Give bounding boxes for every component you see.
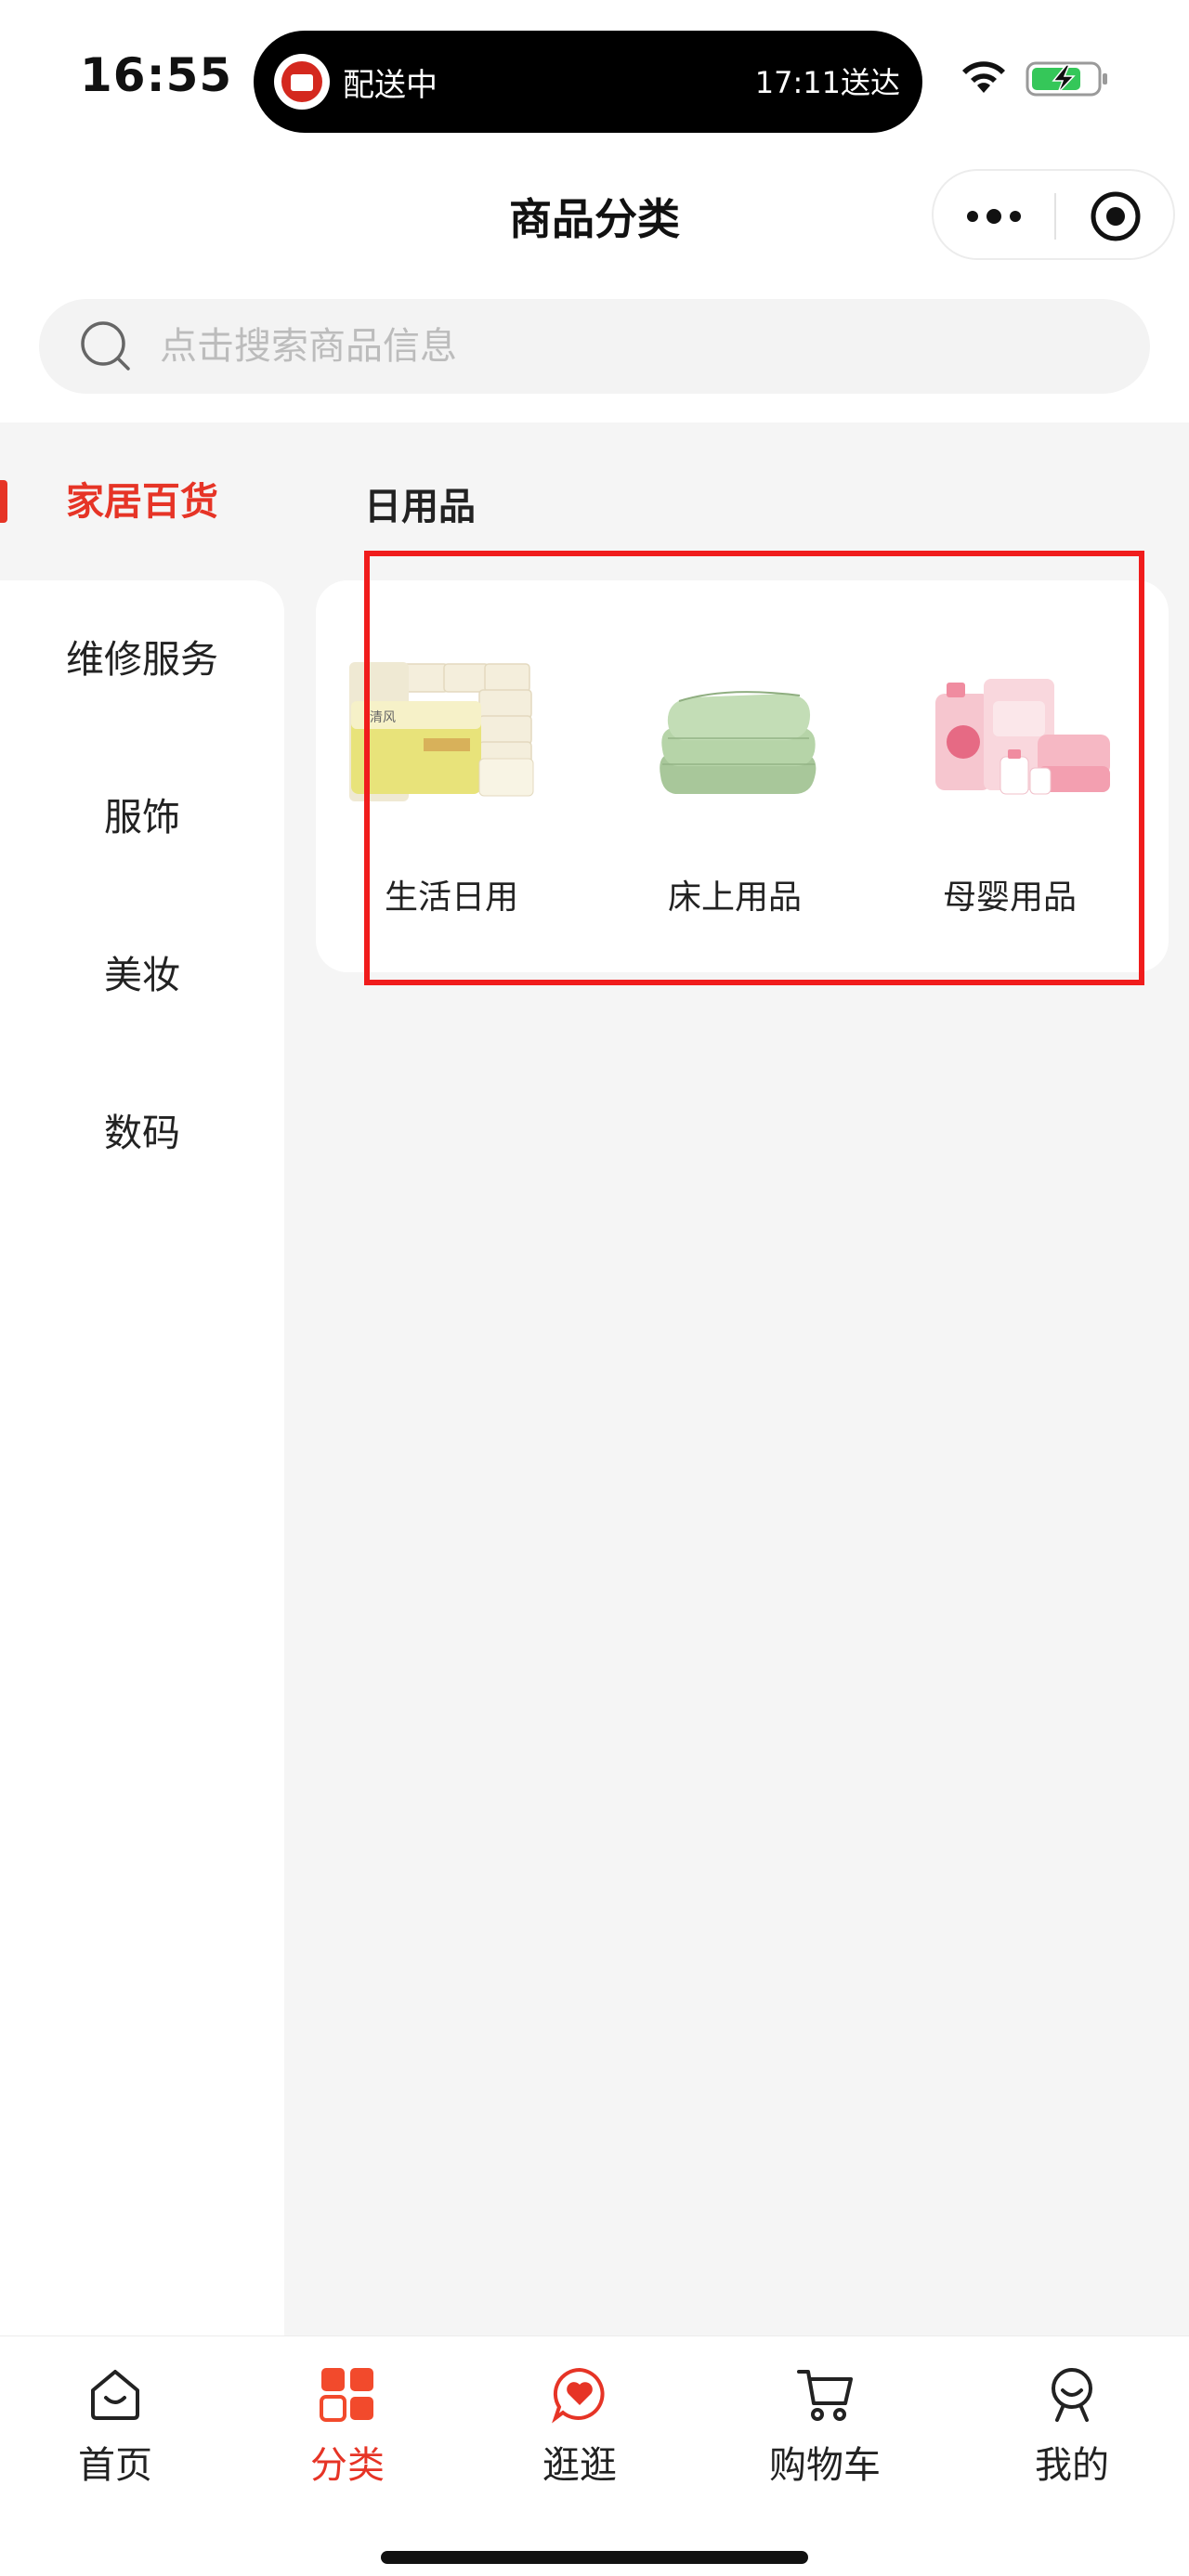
search-bar[interactable]	[39, 299, 1150, 394]
close-mini-program-icon[interactable]	[1087, 188, 1144, 245]
home-icon	[91, 2370, 139, 2420]
sidebar-item-clothing[interactable]: 服饰	[0, 780, 284, 854]
delivery-status-text: 配送中	[343, 67, 438, 104]
battery-charging-icon	[1026, 61, 1107, 97]
delivery-eta-text: 17:11送达	[754, 65, 900, 100]
home-indicator	[381, 2551, 808, 2564]
capsule-divider	[1054, 193, 1056, 240]
wifi-icon	[962, 61, 1005, 93]
heart-bubble-icon	[552, 2367, 605, 2424]
tab-home[interactable]: 首页	[32, 2364, 199, 2504]
sidebar-item-repair-service[interactable]: 维修服务	[0, 622, 284, 696]
tab-label: 首页	[78, 2444, 152, 2487]
search-input[interactable]	[160, 299, 1117, 394]
mini-program-capsule	[932, 169, 1175, 260]
category-grid-icon	[320, 2368, 373, 2422]
more-icon[interactable]	[963, 199, 1025, 234]
delivery-avatar-icon	[274, 54, 330, 110]
tab-cart[interactable]: 购物车	[741, 2364, 908, 2504]
tab-label: 分类	[310, 2444, 385, 2487]
sidebar-item-beauty[interactable]: 美妆	[0, 938, 284, 1012]
tab-label: 我的	[1035, 2444, 1109, 2487]
sidebar-item-digital[interactable]: 数码	[0, 1096, 284, 1170]
sidebar-item-home-goods[interactable]: 家居百货	[0, 464, 284, 539]
category-content: 家居百货 维修服务 服饰 美妆 数码 日用品 清风 生活日用 床上用品 母婴用品	[0, 423, 1189, 2335]
status-bar: 16:55 配送中 17:11送达	[0, 0, 1189, 149]
bottom-tab-bar: 首页 分类 逛逛 购物车 我的	[0, 2335, 1189, 2576]
tab-profile[interactable]: 我的	[988, 2364, 1156, 2504]
cart-icon	[797, 2370, 853, 2421]
tab-label: 购物车	[769, 2444, 881, 2487]
profile-icon	[1052, 2368, 1092, 2422]
status-time: 16:55	[80, 48, 233, 102]
nav-bar: 商品分类	[0, 158, 1189, 269]
highlight-annotation-box	[364, 551, 1144, 985]
delivery-live-activity[interactable]: 配送中 17:11送达	[254, 31, 922, 133]
category-sidebar: 家居百货 维修服务 服饰 美妆 数码	[0, 423, 284, 2335]
search-icon	[81, 321, 130, 371]
tab-label: 逛逛	[542, 2444, 617, 2487]
tab-category[interactable]: 分类	[264, 2364, 431, 2504]
tab-explore[interactable]: 逛逛	[496, 2364, 663, 2504]
subcategory-title: 日用品	[364, 486, 476, 528]
